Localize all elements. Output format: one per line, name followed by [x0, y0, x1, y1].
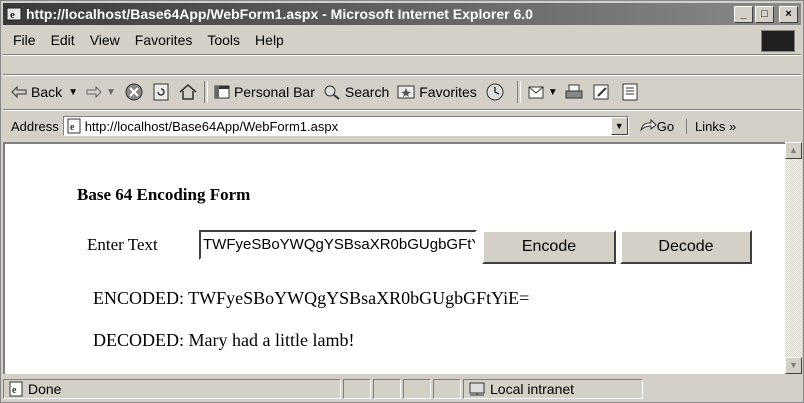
decoded-result: DECODED: Mary had a little lamb! — [93, 330, 355, 350]
menu-edit[interactable]: Edit — [51, 32, 75, 48]
go-arrow-icon — [639, 118, 657, 132]
close-icon[interactable]: × — [779, 5, 798, 23]
dropdown-icon[interactable]: ▼ — [548, 87, 558, 98]
page-heading: Base 64 Encoding Form — [77, 185, 251, 204]
page-content: Base 64 Encoding Form Enter Text TWFyeSB… — [3, 142, 785, 374]
window-title: http://localhost/Base64App/WebForm1.aspx… — [26, 6, 533, 22]
windows-logo-icon — [761, 30, 795, 52]
address-bar: Address e http://localhost/Base64App/Web… — [3, 113, 801, 139]
decode-button[interactable]: Decode — [620, 230, 752, 264]
address-dropdown-icon[interactable]: ▼ — [610, 117, 628, 135]
dropdown-icon[interactable]: ▼ — [68, 87, 78, 98]
mail-icon[interactable] — [527, 82, 547, 102]
home-icon[interactable] — [178, 82, 198, 102]
forward-button[interactable]: ▼ — [86, 86, 116, 98]
svg-text:e: e — [12, 385, 17, 396]
menu-view[interactable]: View — [90, 32, 120, 48]
divider — [3, 54, 801, 56]
browser-window: e http://localhost/Base64App/WebForm1.as… — [0, 0, 804, 403]
menu-bar: File Edit View Favorites Tools Help — [3, 28, 801, 52]
menu-file[interactable]: File — [13, 32, 36, 48]
divider — [516, 81, 521, 103]
divider — [203, 81, 208, 103]
personal-bar-label: Personal Bar — [233, 84, 315, 100]
status-panel — [343, 379, 371, 399]
favorites-icon — [397, 85, 415, 99]
enter-text-label: Enter Text — [87, 235, 158, 254]
encoded-result: ENCODED: TWFyeSBoYWQgYSBsaXR0bGUgbGFtYiE… — [93, 288, 530, 308]
status-panel — [403, 379, 431, 399]
address-label: Address — [11, 118, 59, 134]
status-message: e Done — [3, 379, 341, 399]
back-button[interactable]: Back ▼ — [11, 84, 78, 100]
edit-icon[interactable] — [592, 82, 612, 102]
toolbar: Back ▼ ▼ Personal Bar Search Favorites ▼ — [3, 77, 801, 107]
search-button[interactable]: Search — [323, 84, 389, 100]
discuss-icon[interactable] — [620, 82, 640, 102]
favorites-label: Favorites — [419, 84, 477, 100]
go-button[interactable]: Go — [639, 118, 674, 134]
scroll-down-icon[interactable]: ▼ — [785, 357, 802, 374]
maximize-icon[interactable]: □ — [755, 5, 774, 23]
svg-text:e: e — [10, 9, 15, 21]
minimize-icon[interactable]: _ — [734, 5, 753, 23]
dropdown-icon[interactable]: ▼ — [106, 87, 116, 98]
divider — [3, 109, 801, 111]
search-label: Search — [344, 84, 390, 100]
svg-text:e: e — [70, 122, 75, 133]
zone-label: Local intranet — [490, 381, 575, 397]
status-panel — [373, 379, 401, 399]
divider — [3, 74, 801, 76]
print-icon[interactable] — [564, 82, 584, 102]
menu-help[interactable]: Help — [255, 32, 284, 48]
scroll-up-icon[interactable]: ▲ — [785, 142, 802, 159]
security-zone: Local intranet — [463, 379, 643, 399]
ie-icon: e — [6, 7, 22, 21]
menu-favorites[interactable]: Favorites — [135, 32, 193, 48]
personal-bar-button[interactable]: Personal Bar — [214, 84, 315, 100]
search-icon — [324, 85, 340, 100]
stop-icon[interactable] — [124, 82, 144, 102]
page-icon: e — [9, 381, 23, 397]
personal-bar-icon — [214, 85, 230, 99]
page-icon: e — [67, 118, 81, 134]
forward-arrow-icon — [86, 86, 102, 98]
back-label: Back — [31, 84, 63, 100]
encode-button[interactable]: Encode — [482, 230, 616, 264]
favorites-button[interactable]: Favorites — [397, 84, 477, 100]
title-bar[interactable]: e http://localhost/Base64App/WebForm1.as… — [3, 3, 801, 25]
address-field[interactable]: e http://localhost/Base64App/WebForm1.as… — [62, 116, 629, 136]
menu-tools[interactable]: Tools — [207, 32, 240, 48]
links-button[interactable]: Links » — [686, 118, 736, 134]
address-url: http://localhost/Base64App/WebForm1.aspx — [84, 118, 339, 134]
text-input[interactable]: TWFyeSBoYWQgYSBsaXR0bGUgbGFtYiE= — [199, 230, 477, 260]
refresh-icon[interactable] — [152, 82, 170, 102]
status-bar: e Done Local intranet — [3, 377, 801, 401]
back-arrow-icon — [11, 86, 27, 98]
status-panel — [433, 379, 461, 399]
intranet-icon — [469, 382, 485, 396]
status-text: Done — [28, 381, 62, 397]
vertical-scrollbar[interactable]: ▲ ▼ — [785, 142, 802, 374]
go-label: Go — [656, 118, 675, 134]
history-icon[interactable] — [485, 82, 505, 102]
